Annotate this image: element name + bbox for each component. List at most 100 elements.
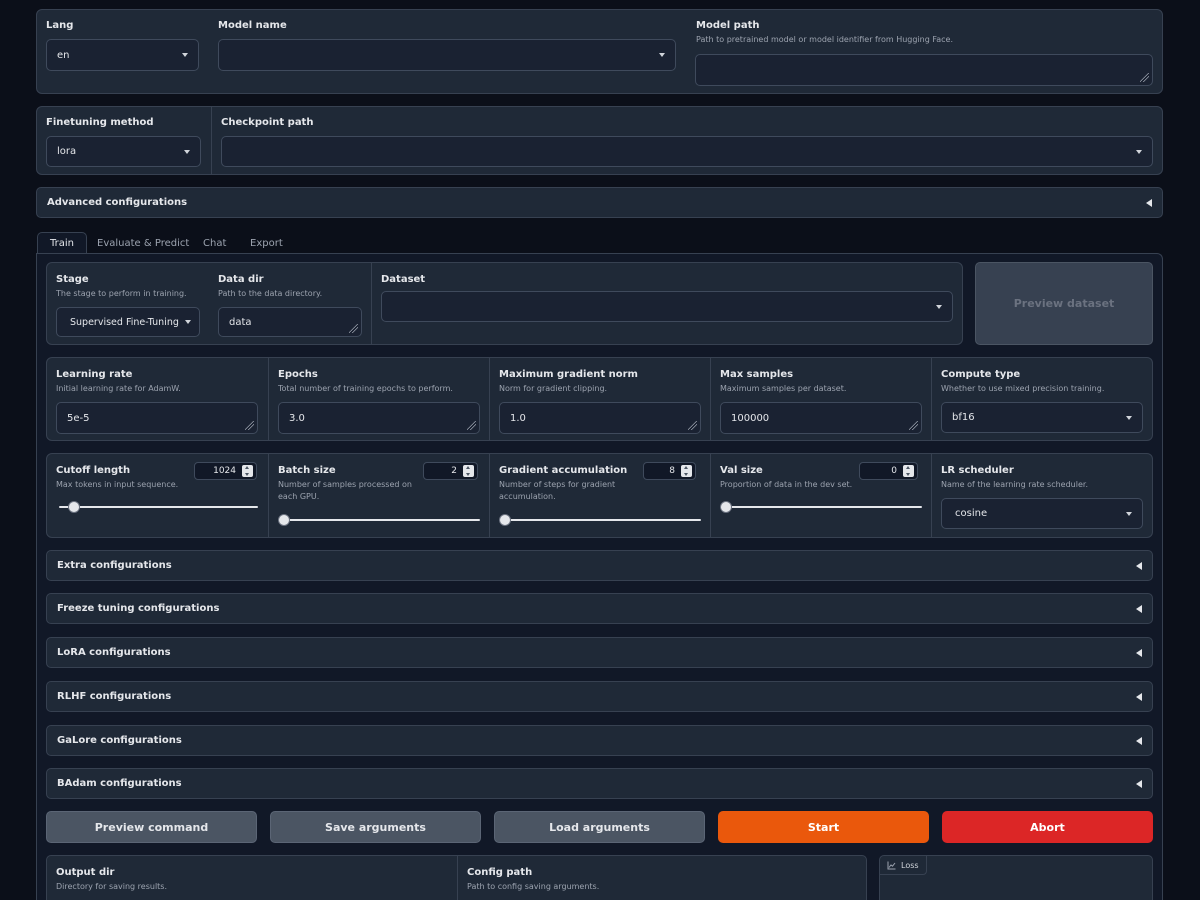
compute-type-label: Compute type [941,369,1021,380]
dataset-label: Dataset [381,274,426,285]
slider-thumb[interactable] [68,501,81,513]
collapse-arrow-icon [1136,779,1142,788]
abort-button[interactable]: Abort [942,811,1153,843]
model-name-dropdown[interactable] [218,39,676,71]
epochs-input[interactable]: 3.0 [278,402,480,434]
resize-handle-icon[interactable] [245,421,254,430]
chevron-down-icon [1126,415,1132,420]
epochs-label: Epochs [278,369,318,380]
spinner-icon[interactable] [242,465,253,477]
resize-handle-icon[interactable] [349,324,358,333]
batch-size-cell: Batch size Number of samples processed o… [268,454,489,537]
compute-type-dropdown[interactable]: bf16 [941,402,1143,433]
max-samples-input[interactable]: 100000 [720,402,922,434]
save-arguments-label: Save arguments [325,820,426,834]
save-arguments-button[interactable]: Save arguments [270,811,481,843]
spinner-icon[interactable] [681,465,692,477]
learning-rate-value: 5e-5 [67,412,90,424]
slider-track [499,519,701,521]
lr-scheduler-label: LR scheduler [941,465,1014,476]
slider-thumb[interactable] [278,514,290,526]
preview-dataset-button[interactable]: Preview dataset [975,262,1153,345]
tab-export[interactable]: Export [238,232,295,254]
loss-plot-panel: Loss [879,855,1153,900]
finetuning-method-dropdown[interactable]: lora [46,136,201,167]
tab-train-label: Train [50,237,74,249]
resize-handle-icon[interactable] [909,421,918,430]
grad-accum-number[interactable]: 8 [643,462,696,480]
batch-size-slider[interactable] [278,513,480,527]
advanced-configurations-accordion[interactable]: Advanced configurations [36,187,1163,218]
checkpoint-dropdown[interactable] [221,136,1153,167]
badam-configurations-accordion[interactable]: BAdam configurations [46,768,1153,799]
learning-rate-input[interactable]: 5e-5 [56,402,258,434]
collapse-arrow-icon [1136,561,1142,570]
model-path-input[interactable] [695,54,1153,86]
max-grad-norm-cell: Maximum gradient norm Norm for gradient … [489,358,710,440]
batch-size-number[interactable]: 2 [423,462,478,480]
spinner-icon[interactable] [903,465,914,477]
lang-label: Lang [46,20,74,31]
model-path-label: Model path [696,20,760,31]
extra-configurations-accordion[interactable]: Extra configurations [46,550,1153,581]
resize-handle-icon[interactable] [1140,73,1149,82]
data-dir-input[interactable]: data [218,307,362,337]
slider-track [720,506,922,508]
sliders-panel: Cutoff length Max tokens in input sequen… [46,453,1153,538]
rlhf-configurations-accordion[interactable]: RLHF configurations [46,681,1153,712]
collapse-arrow-icon [1136,604,1142,613]
lr-scheduler-value: cosine [955,508,988,519]
max-grad-norm-input[interactable]: 1.0 [499,402,701,434]
model-path-info: Path to pretrained model or model identi… [696,35,953,44]
tab-chat[interactable]: Chat [191,232,238,254]
epochs-info: Total number of training epochs to perfo… [278,384,453,393]
val-size-slider[interactable] [720,500,922,514]
collapse-arrow-icon [1136,736,1142,745]
start-button[interactable]: Start [718,811,929,843]
load-arguments-button[interactable]: Load arguments [494,811,705,843]
compute-type-cell: Compute type Whether to use mixed precis… [931,358,1152,440]
lr-scheduler-dropdown[interactable]: cosine [941,498,1143,529]
chevron-down-icon [659,53,665,57]
checkpoint-label: Checkpoint path [221,117,314,128]
lora-configurations-accordion[interactable]: LoRA configurations [46,637,1153,668]
grad-accum-info: Number of steps for gradient accumulatio… [499,480,616,501]
grad-accum-slider[interactable] [499,513,701,527]
tab-train[interactable]: Train [37,232,87,254]
finetuning-method-label: Finetuning method [46,117,154,128]
checkpoint-cell: Checkpoint path [211,107,1162,174]
model-name-cell: Model name [209,10,687,93]
finetuning-panel: Finetuning method lora Checkpoint path [36,106,1163,175]
cutoff-len-value: 1024 [213,466,236,476]
output-panel: Output dir Directory for saving results.… [46,855,867,900]
tab-chat-label: Chat [203,237,227,249]
resize-handle-icon[interactable] [688,421,697,430]
cutoff-len-number[interactable]: 1024 [194,462,257,480]
slider-thumb[interactable] [499,514,511,526]
preview-command-button[interactable]: Preview command [46,811,257,843]
grad-accum-value: 8 [669,466,675,476]
batch-size-value: 2 [451,466,457,476]
abort-label: Abort [1030,820,1065,834]
hyperparams-panel: Learning rate Initial learning rate for … [46,357,1153,441]
spinner-icon[interactable] [463,465,474,477]
model-name-label: Model name [218,20,287,31]
max-samples-info: Maximum samples per dataset. [720,384,847,393]
val-size-number[interactable]: 0 [859,462,918,480]
slider-thumb[interactable] [720,501,732,513]
config-path-label: Config path [467,867,533,878]
resize-handle-icon[interactable] [467,421,476,430]
chevron-down-icon [936,304,942,309]
stage-dropdown[interactable]: Supervised Fine-Tuning [56,307,200,337]
cutoff-len-slider[interactable] [59,500,258,514]
freeze-tuning-accordion[interactable]: Freeze tuning configurations [46,593,1153,624]
galore-configurations-accordion[interactable]: GaLore configurations [46,725,1153,756]
model-settings-panel: Lang en Model name Model path Path to pr… [36,9,1163,94]
stage-info: The stage to perform in training. [56,289,187,298]
dataset-dropdown[interactable] [381,291,953,322]
tab-evaluate-predict[interactable]: Evaluate & Predict [85,232,201,254]
lang-value: en [57,49,70,61]
lang-dropdown[interactable]: en [46,39,199,71]
config-path-cell: Config path Path to config saving argume… [457,856,866,900]
max-samples-value: 100000 [731,412,770,424]
